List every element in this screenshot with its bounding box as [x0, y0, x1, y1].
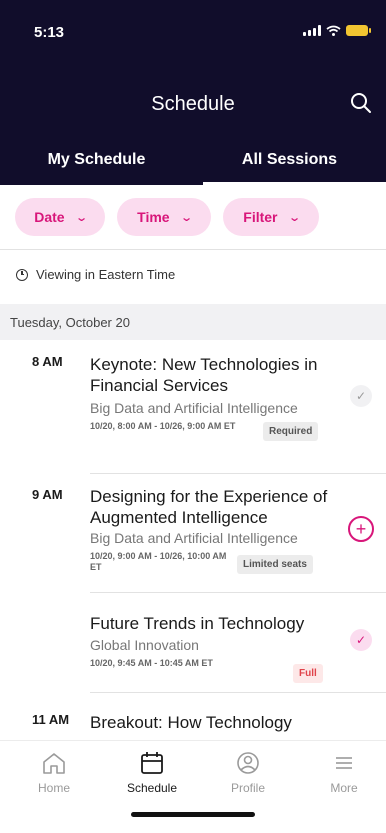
divider: [90, 473, 386, 474]
session-title: Designing for the Experience of Augmente…: [90, 487, 328, 527]
session-time: 9 AM: [32, 487, 63, 502]
status-icons: [303, 25, 371, 36]
filter-bar: Date ⌄ Time ⌄ Filter ⌄: [15, 198, 319, 236]
tab-my-schedule[interactable]: My Schedule: [0, 145, 193, 185]
search-icon[interactable]: [350, 92, 372, 114]
day-header: Tuesday, October 20: [0, 304, 386, 340]
nav-profile[interactable]: Profile: [208, 751, 288, 795]
session-title: Keynote: New Technologies in Financial S…: [90, 355, 318, 395]
time-filter-chip[interactable]: Time ⌄: [117, 198, 211, 236]
timezone-note: Viewing in Eastern Time: [16, 267, 175, 282]
nav-label: Home: [37, 781, 70, 795]
check-icon[interactable]: ✓: [350, 629, 372, 651]
full-badge: Full: [293, 664, 323, 683]
chevron-down-icon: ⌄: [179, 211, 193, 224]
home-icon: [43, 753, 65, 774]
battery-icon: [346, 25, 371, 36]
chevron-down-icon: ⌄: [287, 211, 301, 224]
home-indicator: [131, 812, 255, 817]
nav-schedule[interactable]: Schedule: [112, 751, 192, 795]
app-header: 5:13 Schedule My Schedule All Sessions: [0, 0, 386, 185]
session-datetime: 10/20, 9:00 AM - 10/26, 10:00 AM ET: [90, 551, 227, 572]
session-title: Future Trends in Technology: [90, 614, 305, 633]
required-badge: Required: [263, 422, 319, 441]
chip-label: Filter: [243, 209, 278, 225]
session-datetime: 10/20, 8:00 AM - 10/26, 9:00 AM ET: [90, 421, 236, 431]
chevron-down-icon: ⌄: [74, 211, 88, 224]
timezone-text: Viewing in Eastern Time: [36, 267, 176, 282]
clock-icon: [16, 268, 28, 281]
signal-icon: [303, 25, 321, 36]
session-track: Global Innovation: [90, 637, 199, 653]
session-time: 11 AM: [32, 712, 70, 727]
session-track: Big Data and Artificial Intelligence: [90, 400, 298, 416]
date-filter-chip[interactable]: Date ⌄: [15, 198, 105, 236]
session-datetime: 10/20, 9:45 AM - 10:45 AM ET: [90, 658, 213, 668]
limited-seats-badge: Limited seats: [237, 555, 313, 574]
page-title: Schedule: [151, 93, 235, 115]
bottom-nav: Home Schedule Profile More: [0, 740, 386, 833]
filter-chip[interactable]: Filter ⌄: [223, 198, 319, 236]
add-to-schedule-icon[interactable]: +: [348, 516, 374, 542]
chip-label: Time: [137, 209, 170, 225]
tab-all-sessions[interactable]: All Sessions: [193, 145, 386, 185]
chip-label: Date: [34, 209, 65, 225]
profile-icon: [237, 752, 259, 774]
nav-label: Profile: [230, 781, 265, 795]
schedule-tabs: My Schedule All Sessions: [0, 145, 386, 185]
nav-label: Schedule: [126, 781, 178, 795]
divider: [0, 249, 386, 250]
status-time: 5:13: [34, 24, 65, 41]
divider: [90, 692, 386, 693]
session-track: Big Data and Artificial Intelligence: [90, 530, 298, 546]
session-time: 8 AM: [32, 354, 63, 369]
nav-home[interactable]: Home: [14, 751, 94, 795]
divider: [90, 592, 386, 593]
menu-icon: [336, 757, 352, 769]
nav-label: More: [330, 781, 358, 795]
nav-more[interactable]: More: [304, 751, 384, 795]
wifi-icon: [326, 25, 341, 36]
check-icon[interactable]: ✓: [350, 385, 372, 407]
session-title: Breakout: How Technology: [90, 713, 292, 732]
calendar-icon: [141, 752, 163, 774]
